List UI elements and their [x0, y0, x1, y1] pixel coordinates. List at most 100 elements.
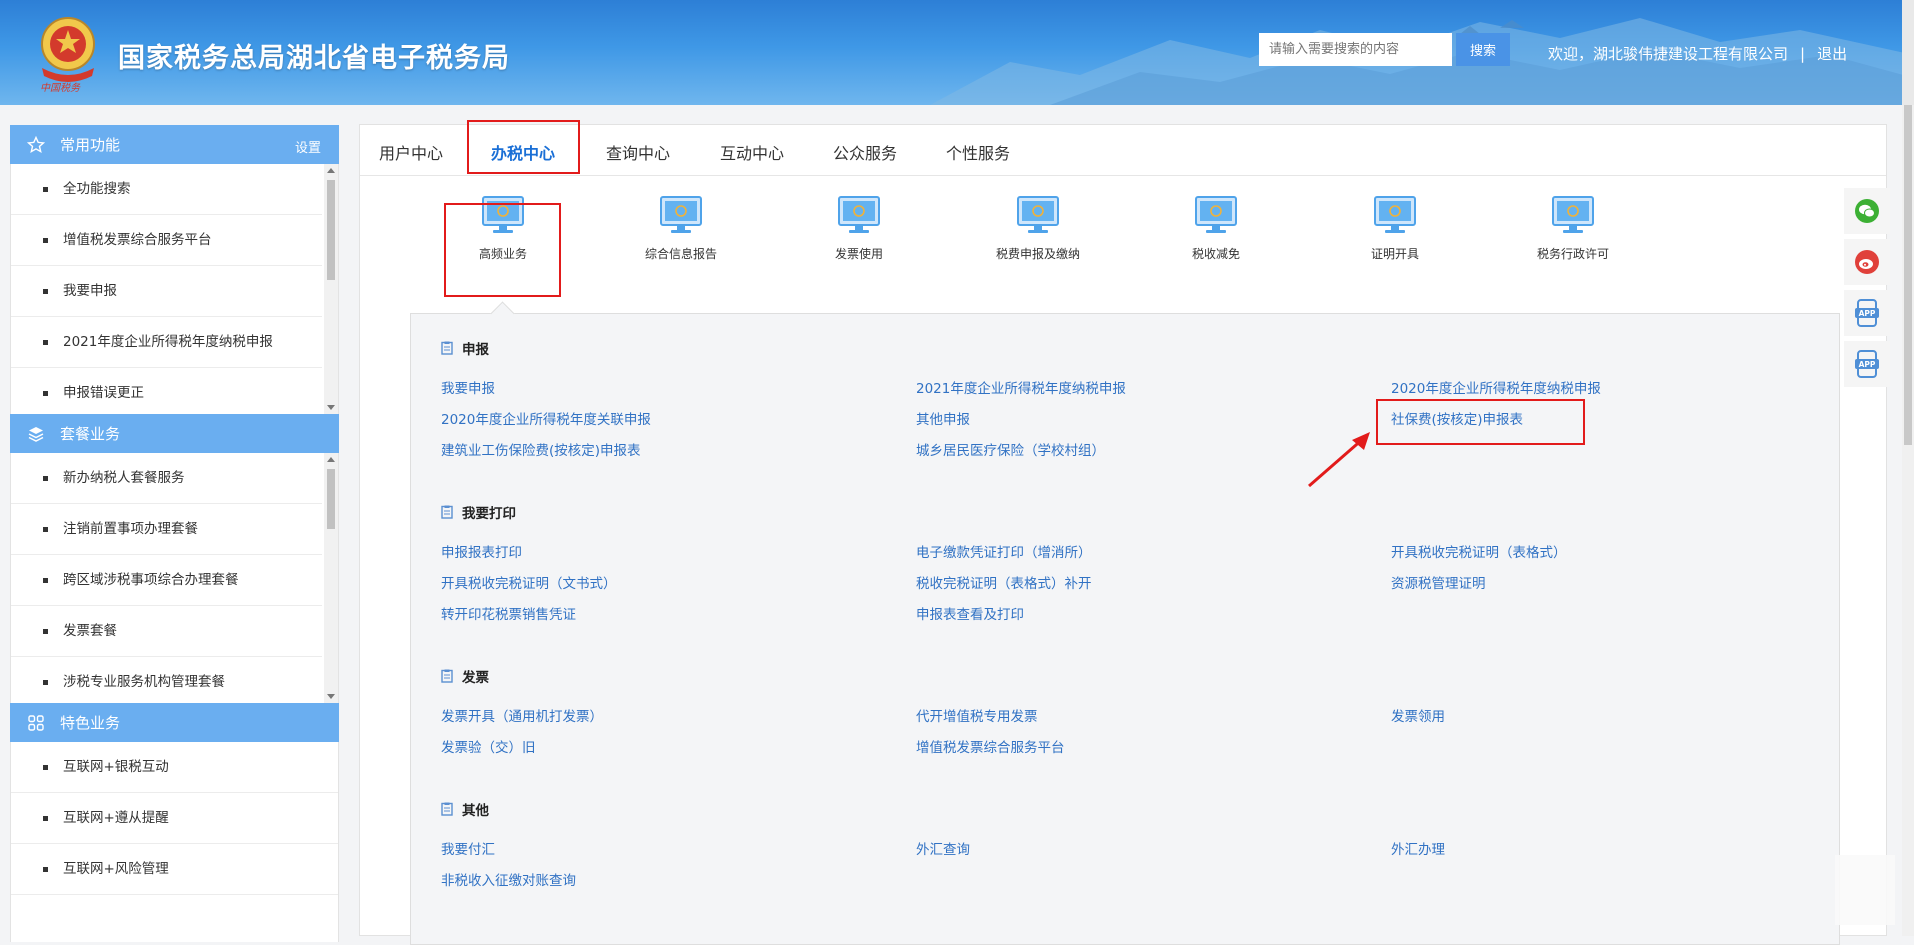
category-label: 税收减免: [1191, 247, 1240, 261]
app-icon[interactable]: APP: [1844, 290, 1890, 336]
page-scrollbar[interactable]: [1902, 105, 1914, 936]
link-2020-income-tax[interactable]: 2020年度企业所得税年度纳税申报: [1391, 377, 1601, 397]
link-invoice-verify[interactable]: 发票验（交）旧: [441, 736, 536, 756]
sidebar-item-risk-management[interactable]: 互联网+风险管理: [11, 844, 338, 895]
weibo-icon[interactable]: [1844, 239, 1890, 285]
page-scroll-thumb[interactable]: [1904, 105, 1912, 445]
sidebar-item-full-search[interactable]: 全功能搜索: [11, 164, 322, 215]
document-icon: [441, 341, 453, 355]
active-category-highlight-box: [444, 203, 561, 297]
monitor-icon: [660, 196, 702, 233]
link-resource-tax-certificate[interactable]: 资源税管理证明: [1391, 572, 1486, 592]
link-tax-certificate-reissue[interactable]: 税收完税证明（表格式）补开: [916, 572, 1092, 592]
section-title-text: 申报: [462, 342, 489, 358]
link-forex-handling[interactable]: 外汇办理: [1391, 838, 1445, 858]
tax-emblem-logo: 中国税务: [40, 17, 95, 92]
link-electronic-payment-voucher[interactable]: 电子缴款凭证打印（增消所）: [916, 541, 1092, 561]
scroll-thumb[interactable]: [327, 469, 335, 529]
tab-public-service[interactable]: 公众服务: [833, 140, 897, 164]
section-invoice-title: 发票: [441, 666, 489, 686]
logout-link[interactable]: 退出: [1817, 45, 1847, 63]
category-comprehensive-report[interactable]: 综合信息报告: [601, 195, 761, 262]
scroll-down-icon[interactable]: [327, 694, 335, 699]
link-print-declaration[interactable]: 申报报表打印: [441, 541, 522, 561]
monitor-icon: [838, 196, 880, 233]
layers-icon: [26, 424, 46, 444]
tab-user-center[interactable]: 用户中心: [379, 140, 443, 164]
sidebar-item-2021-income-tax[interactable]: 2021年度企业所得税年度纳税申报: [11, 317, 322, 368]
common-list-scrollbar[interactable]: [324, 164, 338, 414]
sidebar-item-declare-correction[interactable]: 申报错误更正: [11, 368, 322, 418]
special-business-header[interactable]: 特色业务: [10, 703, 339, 742]
section-other-title: 其他: [441, 799, 489, 819]
emblem-script: 中国税务: [40, 82, 81, 92]
link-other-declare[interactable]: 其他申报: [916, 408, 970, 428]
section-print-title: 我要打印: [441, 502, 516, 522]
link-vat-platform[interactable]: 增值税发票综合服务平台: [916, 736, 1065, 756]
category-administrative-license[interactable]: 税务行政许可: [1493, 195, 1653, 262]
sidebar-item-compliance-reminder[interactable]: 互联网+遵从提醒: [11, 793, 338, 844]
app-label: APP: [1859, 309, 1876, 318]
category-label: 发票使用: [834, 247, 883, 261]
sidebar-item-vat-platform[interactable]: 增值税发票综合服务平台: [11, 215, 322, 266]
floating-toolbar: APP APP: [1844, 188, 1890, 392]
category-invoice-use[interactable]: 发票使用: [779, 195, 939, 262]
link-declare[interactable]: 我要申报: [441, 377, 495, 397]
link-forex-query[interactable]: 外汇查询: [916, 838, 970, 858]
sidebar-item-agency-management[interactable]: 涉税专业服务机构管理套餐: [11, 657, 322, 707]
link-vat-special-invoice[interactable]: 代开增值税专用发票: [916, 705, 1038, 725]
wechat-icon[interactable]: [1844, 188, 1890, 234]
monitor-icon: [1374, 196, 1416, 233]
link-resident-medical-insurance[interactable]: 城乡居民医疗保险（学校村组）: [916, 439, 1105, 459]
main-panel: 用户中心 办税中心 查询中心 互动中心 公众服务 个性服务 高频业务 综合信息报…: [359, 120, 1887, 945]
sidebar-item-declare[interactable]: 我要申报: [11, 266, 322, 317]
scroll-thumb[interactable]: [327, 180, 335, 280]
link-2020-related-declare[interactable]: 2020年度企业所得税年度关联申报: [441, 408, 651, 428]
corner-overlay: [1835, 855, 1895, 925]
link-non-tax-reconciliation[interactable]: 非税收入征缴对账查询: [441, 869, 576, 889]
site-header: 中国税务 国家税务总局湖北省电子税务局 搜索 欢迎，湖北骏伟捷建设工程有限公司 |…: [0, 0, 1914, 105]
package-business-header[interactable]: 套餐业务: [10, 414, 339, 453]
separator: |: [1800, 45, 1806, 63]
link-stamp-tax-voucher[interactable]: 转开印花税票销售凭证: [441, 603, 576, 623]
link-invoice-receive[interactable]: 发票领用: [1391, 705, 1445, 725]
sidebar-item-bank-tax[interactable]: 互联网+银税互动: [11, 742, 338, 793]
left-sidebar: 常用功能 设置 全功能搜索 增值税发票综合服务平台 我要申报 2021年度企业所…: [10, 125, 339, 942]
package-list-scrollbar[interactable]: [324, 453, 338, 703]
tab-personal-service[interactable]: 个性服务: [946, 140, 1010, 164]
scroll-down-icon[interactable]: [327, 405, 335, 410]
category-label: 税费申报及缴纳: [995, 247, 1080, 261]
category-certificate-issuance[interactable]: 证明开具: [1315, 195, 1475, 262]
sidebar-item-new-taxpayer[interactable]: 新办纳税人套餐服务: [11, 453, 322, 504]
link-remittance[interactable]: 我要付汇: [441, 838, 495, 858]
link-tax-certificate-document[interactable]: 开具税收完税证明（文书式）: [441, 572, 617, 592]
settings-link[interactable]: 设置: [295, 137, 321, 156]
link-2021-income-tax[interactable]: 2021年度企业所得税年度纳税申报: [916, 377, 1126, 397]
common-functions-header[interactable]: 常用功能 设置: [10, 125, 339, 164]
app-label: APP: [1859, 360, 1876, 369]
category-tax-declaration-payment[interactable]: 税费申报及缴纳: [958, 195, 1118, 262]
tab-query-center[interactable]: 查询中心: [606, 140, 670, 164]
package-business-title: 套餐业务: [60, 425, 121, 443]
scroll-up-icon[interactable]: [327, 457, 335, 462]
site-title: 国家税务总局湖北省电子税务局: [118, 43, 510, 74]
sidebar-item-deregistration[interactable]: 注销前置事项办理套餐: [11, 504, 322, 555]
sidebar-item-cross-region[interactable]: 跨区域涉税事项综合办理套餐: [11, 555, 322, 606]
link-view-print-declaration[interactable]: 申报表查看及打印: [916, 603, 1024, 623]
search-button[interactable]: 搜索: [1456, 33, 1510, 66]
category-label: 综合信息报告: [644, 247, 717, 261]
document-icon: [441, 802, 453, 816]
main-tabs: 用户中心 办税中心 查询中心 互动中心 公众服务 个性服务: [360, 120, 1886, 176]
category-tax-reduction[interactable]: 税收减免: [1136, 195, 1296, 262]
scroll-up-icon[interactable]: [327, 168, 335, 173]
category-label: 税务行政许可: [1536, 247, 1609, 261]
tab-interaction-center[interactable]: 互动中心: [720, 140, 784, 164]
app-icon[interactable]: APP: [1844, 341, 1890, 387]
link-construction-injury-insurance[interactable]: 建筑业工伤保险费(按核定)申报表: [441, 439, 641, 459]
link-tax-certificate-table[interactable]: 开具税收完税证明（表格式）: [1391, 541, 1567, 561]
welcome-text: 欢迎，湖北骏伟捷建设工程有限公司: [1548, 45, 1789, 63]
link-issue-invoice[interactable]: 发票开具（通用机打发票）: [441, 705, 603, 725]
sidebar-item-invoice-package[interactable]: 发票套餐: [11, 606, 322, 657]
search-input[interactable]: [1259, 33, 1452, 66]
section-declare-title: 申报: [441, 338, 489, 358]
